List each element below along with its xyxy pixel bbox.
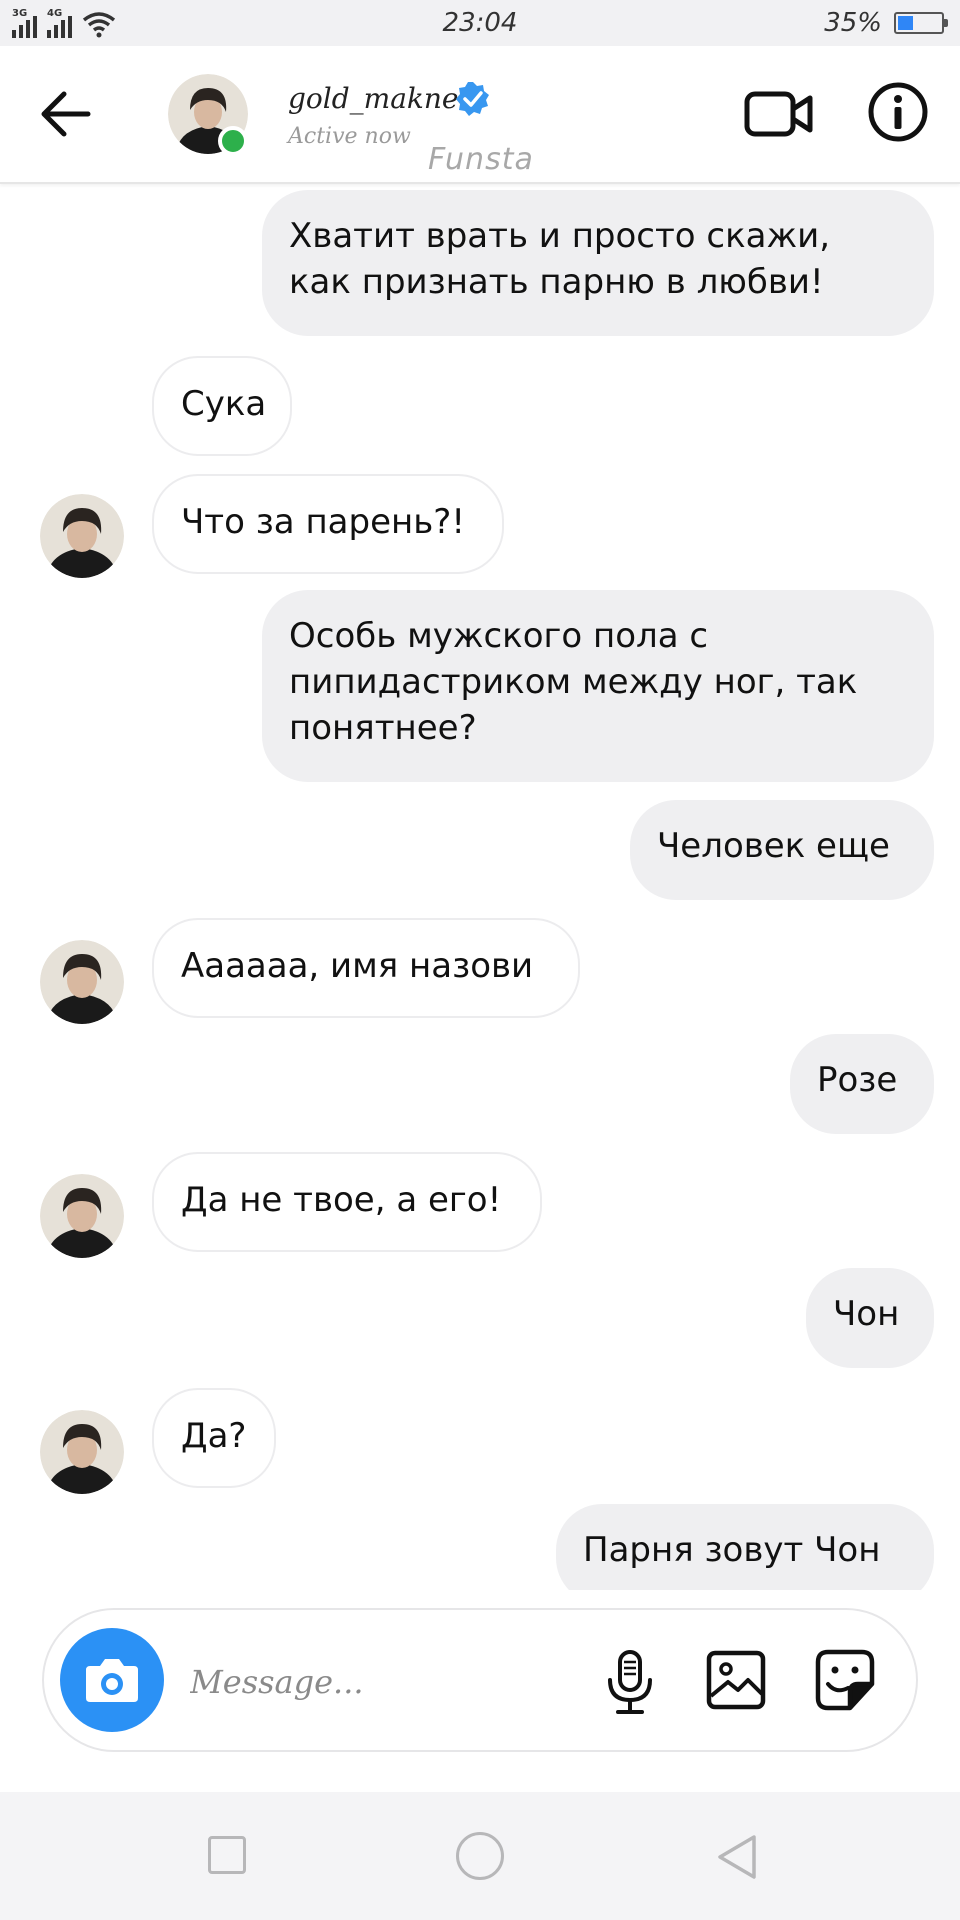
message-sent[interactable]: Хватит врать и просто скажи, как признат… (262, 190, 934, 336)
message-sent[interactable]: Чон (806, 1268, 934, 1368)
message-received[interactable]: Да не твое, а его! (152, 1152, 542, 1252)
verified-badge-icon (456, 82, 489, 116)
home-button[interactable] (456, 1832, 504, 1880)
info-icon[interactable] (866, 80, 930, 144)
chat-header: gold_makne Active now Funsta (0, 46, 960, 184)
battery-icon (894, 12, 948, 34)
avatar[interactable] (40, 494, 124, 578)
chat-username[interactable]: gold_makne (288, 82, 458, 115)
active-status: Active now (288, 124, 411, 149)
system-navigation-bar (0, 1792, 960, 1920)
message-received[interactable]: Да? (152, 1388, 276, 1488)
image-icon[interactable] (706, 1650, 766, 1710)
message-sent[interactable]: Розе (790, 1034, 934, 1134)
online-status-dot (218, 126, 248, 156)
message-thread[interactable]: Хватит врать и просто скажи, как признат… (0, 184, 960, 1590)
message-input[interactable] (188, 1654, 592, 1710)
microphone-icon[interactable] (602, 1648, 658, 1716)
message-sent[interactable]: Особь мужского пола с пипидастриком межд… (262, 590, 934, 782)
message-received[interactable]: Что за парень?! (152, 474, 504, 574)
message-received[interactable]: Аааааа, имя назови (152, 918, 580, 1018)
status-bar: 3G 4G 23:04 35% (0, 0, 960, 46)
camera-button[interactable] (60, 1628, 164, 1732)
arrow-left-icon[interactable] (36, 88, 96, 140)
video-camera-icon[interactable] (744, 84, 814, 144)
nav-back-icon[interactable] (714, 1832, 762, 1882)
message-sent[interactable]: Парня зовут Чон (556, 1504, 934, 1590)
sticker-icon[interactable] (814, 1648, 876, 1712)
message-received[interactable]: Сука (152, 356, 292, 456)
avatar[interactable] (40, 1174, 124, 1258)
recent-apps-button[interactable] (208, 1836, 246, 1874)
clock: 23:04 (442, 8, 518, 38)
message-sent[interactable]: Человек еще (630, 800, 934, 900)
camera-icon (86, 1659, 138, 1702)
avatar[interactable] (40, 940, 124, 1024)
battery-percent: 35% (824, 8, 882, 38)
message-composer (42, 1608, 918, 1752)
avatar[interactable] (40, 1410, 124, 1494)
watermark-text: Funsta (428, 142, 534, 177)
